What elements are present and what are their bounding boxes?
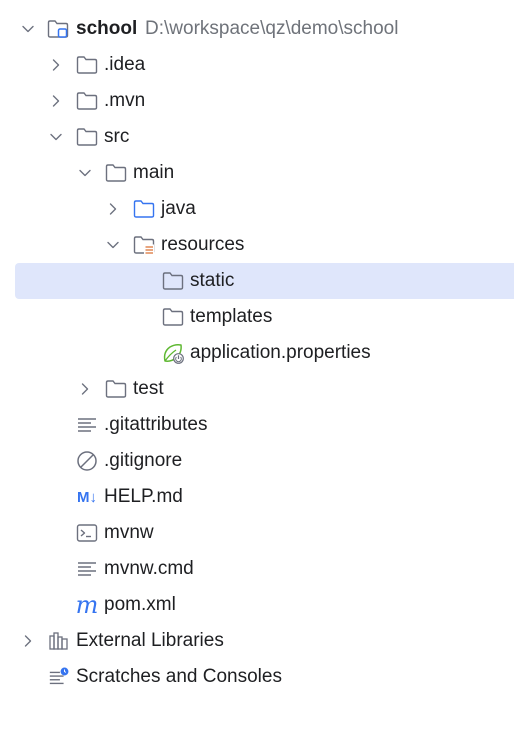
scratches-icon <box>48 659 70 695</box>
tree-item-external-libraries[interactable]: External Libraries <box>0 623 514 659</box>
folder-icon <box>105 371 127 407</box>
tree-item-label: HELP.md <box>104 486 183 507</box>
tree-item-label: main <box>133 162 175 183</box>
tree-item-label: .idea <box>104 54 146 75</box>
tree-item-static[interactable]: static <box>15 263 514 299</box>
tree-item-resources[interactable]: resources <box>0 227 514 263</box>
folder-icon <box>162 263 184 299</box>
tree-item-label: Scratches and Consoles <box>76 666 282 687</box>
tree-item-label: .gitignore <box>104 450 183 471</box>
tree-item-label: resources <box>161 234 245 255</box>
folder-icon <box>76 119 98 155</box>
tree-item-mvn[interactable]: .mvn <box>0 83 514 119</box>
tree-item-src[interactable]: src <box>0 119 514 155</box>
folder-icon <box>76 47 98 83</box>
tree-item-school[interactable]: school D:\workspace\qz\demo\school <box>0 11 514 47</box>
tree-item-label: External Libraries <box>76 630 224 651</box>
tree-item-idea[interactable]: .idea <box>0 47 514 83</box>
project-path: D:\workspace\qz\demo\school <box>145 18 399 39</box>
ignore-file-icon <box>76 443 98 479</box>
tree-item-label: pom.xml <box>104 594 176 615</box>
tree-item-java[interactable]: java <box>0 191 514 227</box>
tree-item-label: src <box>104 126 130 147</box>
shell-script-icon <box>76 515 98 551</box>
tree-item-templates[interactable]: templates <box>0 299 514 335</box>
tree-item-pom-xml[interactable]: m pom.xml <box>0 587 514 623</box>
source-folder-icon <box>133 191 155 227</box>
chevron-right-icon[interactable] <box>77 371 93 407</box>
tree-item-label: mvnw.cmd <box>104 558 194 579</box>
tree-item-label: .gitattributes <box>104 414 208 435</box>
chevron-right-icon[interactable] <box>20 623 36 659</box>
chevron-down-icon[interactable] <box>48 119 64 155</box>
tree-item-mvnw[interactable]: mvnw <box>0 515 514 551</box>
tree-item-test[interactable]: test <box>0 371 514 407</box>
tree-item-label: school <box>76 18 138 39</box>
folder-icon <box>105 155 127 191</box>
text-file-icon <box>76 407 98 443</box>
module-folder-icon <box>47 11 69 47</box>
text-file-icon <box>76 551 98 587</box>
resources-folder-icon <box>133 227 155 263</box>
tree-item-mvnw-cmd[interactable]: mvnw.cmd <box>0 551 514 587</box>
tree-item-label: templates <box>190 306 273 327</box>
chevron-down-icon[interactable] <box>105 227 121 263</box>
chevron-right-icon[interactable] <box>48 83 64 119</box>
tree-item-label: java <box>161 198 196 219</box>
folder-icon <box>162 299 184 335</box>
folder-icon <box>76 83 98 119</box>
tree-item-help-md[interactable]: M↓ HELP.md <box>0 479 514 515</box>
tree-item-label: static <box>190 270 235 291</box>
tree-item-label: test <box>133 378 164 399</box>
maven-icon: m <box>75 591 99 619</box>
chevron-down-icon[interactable] <box>20 11 36 47</box>
tree-item-label: .mvn <box>104 90 146 111</box>
libraries-icon <box>48 623 70 659</box>
tree-item-scratches[interactable]: Scratches and Consoles <box>0 659 514 695</box>
tree-item-label: application.properties <box>190 342 371 363</box>
tree-item-gitattributes[interactable]: .gitattributes <box>0 407 514 443</box>
markdown-file-icon: M↓ <box>77 488 97 506</box>
chevron-down-icon[interactable] <box>77 155 93 191</box>
tree-item-gitignore[interactable]: .gitignore <box>0 443 514 479</box>
chevron-right-icon[interactable] <box>105 191 121 227</box>
project-tree: school D:\workspace\qz\demo\school .idea… <box>0 0 514 729</box>
tree-item-main[interactable]: main <box>0 155 514 191</box>
tree-item-application-properties[interactable]: application.properties <box>0 335 514 371</box>
chevron-right-icon[interactable] <box>48 47 64 83</box>
tree-item-label: mvnw <box>104 522 154 543</box>
spring-properties-icon <box>162 335 184 371</box>
